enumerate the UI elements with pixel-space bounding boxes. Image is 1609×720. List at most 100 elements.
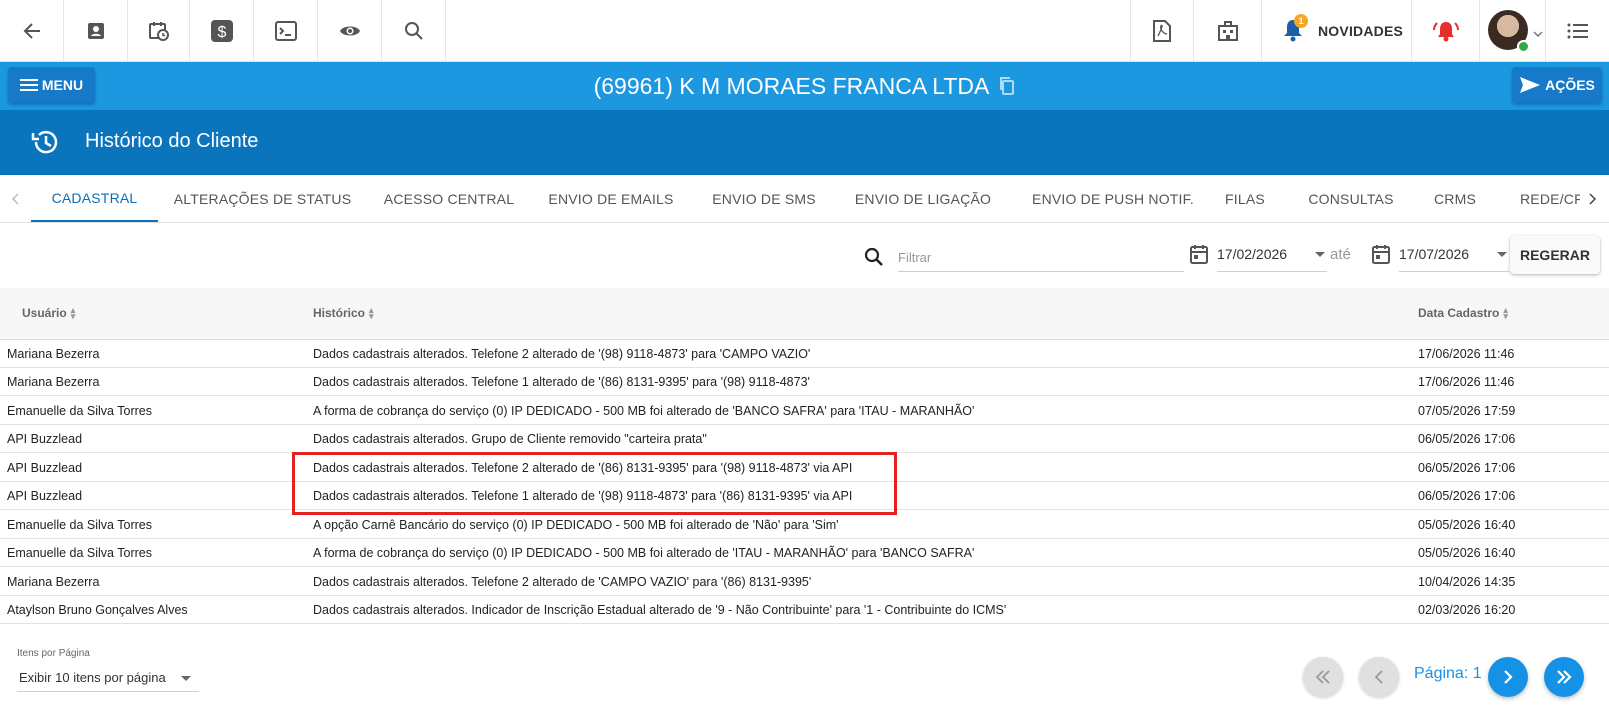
copy-icon[interactable]: [999, 76, 1015, 96]
table-row[interactable]: Mariana Bezerra Dados cadastrais alterad…: [0, 568, 1609, 596]
acoes-button[interactable]: AÇÕES: [1512, 67, 1602, 103]
table-row[interactable]: API Buzzlead Dados cadastrais alterados.…: [0, 425, 1609, 453]
double-chevron-right-icon: [1557, 670, 1572, 684]
cell-date: 02/03/2026 16:20: [1418, 603, 1516, 617]
date-from-field[interactable]: 17/02/2026: [1217, 242, 1327, 272]
cell-history: A forma de cobrança do serviço (0) IP DE…: [313, 404, 975, 418]
schedule-button[interactable]: [128, 0, 190, 61]
table-row[interactable]: Emanuelle da Silva Torres A forma de cob…: [0, 397, 1609, 425]
regerar-button[interactable]: REGERAR: [1510, 236, 1600, 274]
cell-date: 05/05/2026 16:40: [1418, 546, 1516, 560]
tab-envio-emails[interactable]: ENVIO DE EMAILS: [545, 175, 677, 222]
column-header-data-cadastro[interactable]: Data Cadastro ▴ ▾: [1418, 306, 1508, 321]
calendar-icon[interactable]: [1371, 243, 1391, 270]
tab-envio-sms[interactable]: ENVIO DE SMS: [706, 175, 822, 222]
first-page-button[interactable]: [1303, 657, 1343, 697]
tab-crms[interactable]: CRMS: [1425, 175, 1485, 222]
search-button[interactable]: [382, 0, 446, 61]
tab-rede[interactable]: REDE/CF: [1520, 175, 1580, 222]
date-to-field[interactable]: 17/07/2026: [1399, 242, 1509, 272]
table-row[interactable]: Emanuelle da Silva Torres A forma de cob…: [0, 539, 1609, 567]
chevron-down-icon[interactable]: [1533, 25, 1543, 43]
cell-history: A opção Carnê Bancário do serviço (0) IP…: [313, 518, 839, 532]
cell-user: Emanuelle da Silva Torres: [7, 518, 152, 532]
cell-user: Mariana Bezerra: [7, 375, 100, 389]
cell-user: API Buzzlead: [7, 461, 83, 475]
dropdown-arrow-icon: [1497, 252, 1507, 257]
list-menu-icon: [1567, 23, 1588, 38]
table-row[interactable]: Ataylson Bruno Gonçalves Alves Dados cad…: [0, 596, 1609, 624]
section-header: Histórico do Cliente: [0, 110, 1609, 175]
online-status-dot: [1517, 40, 1530, 53]
list-menu-button[interactable]: [1545, 0, 1609, 61]
sort-icon: ▴ ▾: [369, 305, 374, 321]
filter-input[interactable]: [898, 244, 1184, 272]
novidades-badge: 1: [1294, 13, 1308, 28]
client-title: (69961) K M MORAES FRANCA LTDA: [593, 72, 990, 99]
next-page-button[interactable]: [1488, 657, 1528, 697]
pdf-button[interactable]: [1130, 0, 1194, 61]
cell-user: API Buzzlead: [7, 432, 83, 446]
date-from-value: 17/02/2026: [1217, 246, 1288, 262]
tab-scroll-left[interactable]: [5, 187, 25, 211]
column-header-historico[interactable]: Histórico ▴ ▾: [313, 305, 374, 321]
cell-date: 06/05/2026 17:06: [1418, 489, 1516, 503]
client-header: MENU (69961) K M MORAES FRANCA LTDA AÇÕE…: [0, 62, 1609, 110]
history-icon: [30, 127, 60, 162]
sort-icon: ▴ ▾: [70, 305, 76, 321]
tab-acesso-central[interactable]: ACESSO CENTRAL: [380, 175, 518, 222]
novidades-button[interactable]: 1 NOVIDADES: [1262, 0, 1412, 61]
calendar-clock-icon: [148, 21, 169, 41]
cell-user: API Buzzlead: [7, 489, 83, 503]
tab-envio-ligacao[interactable]: ENVIO DE LIGAÇÃO: [850, 175, 996, 222]
back-button[interactable]: [0, 0, 64, 61]
terminal-button[interactable]: [254, 0, 318, 61]
svg-text:$: $: [217, 24, 226, 41]
tab-envio-push[interactable]: ENVIO DE PUSH NOTIF.: [1023, 175, 1203, 222]
double-chevron-left-icon: [1315, 670, 1330, 684]
company-button[interactable]: [1194, 0, 1262, 61]
last-page-button[interactable]: [1544, 657, 1584, 697]
cell-history: Dados cadastrais alterados. Telefone 1 a…: [313, 375, 810, 389]
tab-filas[interactable]: FILAS: [1215, 175, 1275, 222]
previous-page-button[interactable]: [1359, 657, 1399, 697]
column-header-usuario[interactable]: Usuário ▴ ▾: [22, 305, 76, 321]
tab-cadastral[interactable]: CADASTRAL: [31, 175, 158, 222]
contact-card-icon: [87, 22, 104, 39]
view-button[interactable]: [318, 0, 382, 61]
cell-user: Ataylson Bruno Gonçalves Alves: [7, 603, 188, 617]
cell-user: Emanuelle da Silva Torres: [7, 404, 152, 418]
cell-date: 05/05/2026 16:40: [1418, 518, 1516, 532]
cell-date: 06/05/2026 17:06: [1418, 432, 1516, 446]
ate-label: até: [1330, 246, 1351, 263]
alarm-button[interactable]: [1412, 0, 1480, 61]
date-to-value: 17/07/2026: [1399, 246, 1470, 262]
terminal-icon: [274, 20, 297, 41]
top-toolbar: $ 1 NOVIDADES: [0, 0, 1609, 62]
table-header: Usuário ▴ ▾ Histórico ▴ ▾ Data Cadastro ▴ ▾: [0, 288, 1609, 340]
eye-icon: [339, 26, 360, 35]
table-row[interactable]: Emanuelle da Silva Torres A opção Carnê …: [0, 511, 1609, 539]
dropdown-arrow-icon: [1315, 252, 1325, 257]
page-title: Histórico do Cliente: [85, 130, 259, 152]
tab-alteracoes-status[interactable]: ALTERAÇÕES DE STATUS: [170, 175, 355, 222]
menu-button[interactable]: MENU: [8, 67, 95, 103]
chevron-right-icon: [1504, 670, 1513, 684]
novidades-label: NOVIDADES: [1318, 22, 1404, 39]
cell-history: Dados cadastrais alterados. Indicador de…: [313, 603, 1007, 617]
table-row[interactable]: Mariana Bezerra Dados cadastrais alterad…: [0, 340, 1609, 368]
send-icon: [1520, 77, 1541, 93]
tab-consultas[interactable]: CONSULTAS: [1302, 175, 1400, 222]
page-indicator: Página: 1: [1414, 665, 1482, 682]
financial-button[interactable]: $: [190, 0, 254, 61]
tab-scroll-right[interactable]: [1583, 187, 1603, 211]
items-per-page-label: Itens por Página: [17, 648, 90, 659]
cell-date: 06/05/2026 17:06: [1418, 461, 1516, 475]
items-per-page-select[interactable]: Exibir 10 itens por página: [17, 664, 199, 692]
contact-card-button[interactable]: [64, 0, 128, 61]
cell-history: Dados cadastrais alterados. Telefone 2 a…: [313, 347, 811, 361]
highlight-box: [292, 452, 897, 515]
cell-user: Emanuelle da Silva Torres: [7, 546, 152, 560]
table-row[interactable]: Mariana Bezerra Dados cadastrais alterad…: [0, 368, 1609, 396]
calendar-icon[interactable]: [1189, 243, 1209, 270]
